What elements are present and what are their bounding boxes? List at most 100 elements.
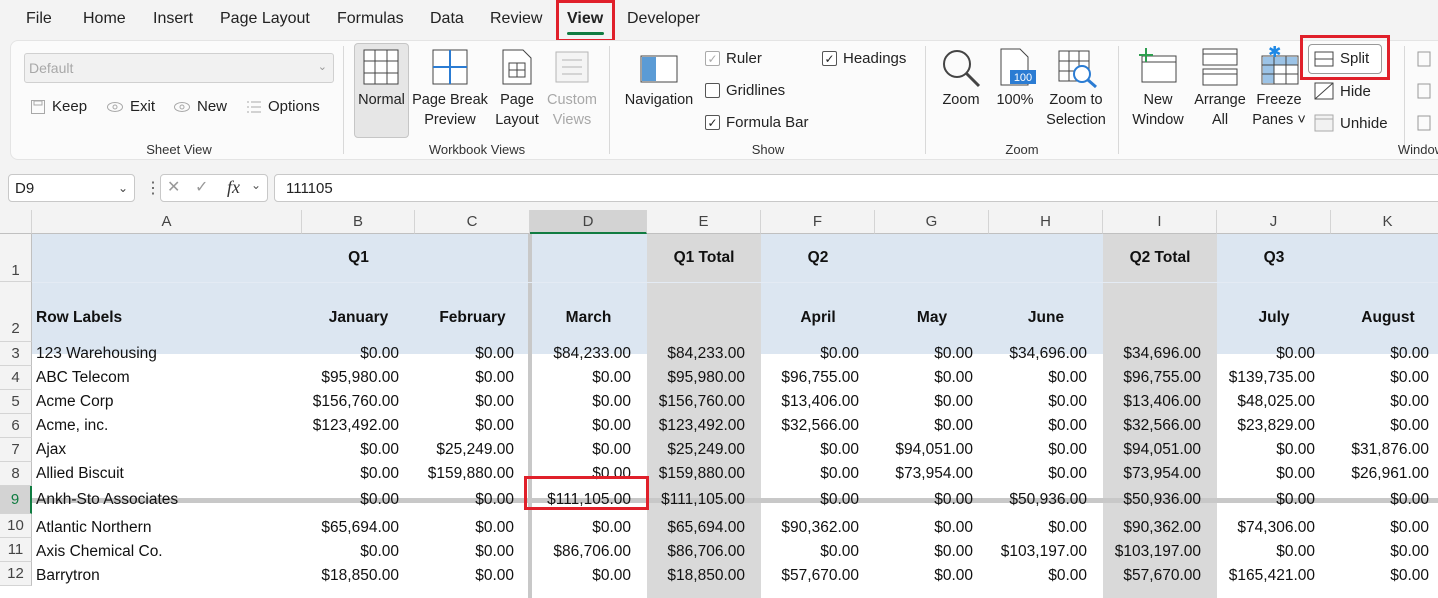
value-cell[interactable]: $0.00 — [415, 390, 530, 414]
value-cell[interactable]: $95,980.00 — [647, 366, 761, 390]
row-label-cell[interactable]: Atlantic Northern — [32, 516, 292, 540]
value-cell[interactable]: $0.00 — [989, 366, 1103, 390]
value-cell[interactable]: $0.00 — [1331, 342, 1438, 366]
value-cell[interactable]: $13,406.00 — [1103, 390, 1217, 414]
value-cell[interactable]: $0.00 — [761, 488, 875, 512]
row-header-12[interactable]: 12 — [0, 562, 32, 586]
row-header-8[interactable]: 8 — [0, 462, 32, 486]
value-cell[interactable]: $156,760.00 — [647, 390, 761, 414]
value-cell[interactable]: $0.00 — [875, 390, 989, 414]
value-cell[interactable]: $139,735.00 — [1217, 366, 1331, 390]
value-cell[interactable]: $111,105.00 — [647, 488, 761, 512]
value-cell[interactable]: $50,936.00 — [1103, 488, 1217, 512]
sheet-view-dropdown[interactable]: Default ⌄ — [24, 53, 334, 83]
value-cell[interactable]: $0.00 — [415, 414, 530, 438]
value-cell[interactable]: $0.00 — [761, 438, 875, 462]
value-cell[interactable]: $34,696.00 — [989, 342, 1103, 366]
chevron-down-icon[interactable]: ⌄ — [251, 178, 261, 192]
value-cell[interactable]: $0.00 — [415, 488, 530, 512]
value-cell[interactable]: $84,233.00 — [647, 342, 761, 366]
row-header-7[interactable]: 7 — [0, 438, 32, 462]
value-cell[interactable]: $0.00 — [989, 516, 1103, 540]
value-cell[interactable]: $0.00 — [875, 414, 989, 438]
value-cell[interactable]: $156,760.00 — [302, 390, 415, 414]
new-window-button[interactable]: New Window — [1126, 90, 1190, 130]
more-options-icon[interactable]: ⋮ — [145, 178, 161, 198]
value-cell[interactable]: $32,566.00 — [761, 414, 875, 438]
row-label-cell[interactable]: 123 Warehousing — [32, 342, 292, 366]
keep-button[interactable]: Keep — [30, 98, 87, 115]
value-cell[interactable]: $65,694.00 — [647, 516, 761, 540]
zoom-to-selection-button[interactable]: Zoom to Selection — [1040, 90, 1112, 130]
headings-checkbox[interactable]: ✓ Headings — [822, 50, 906, 67]
row-header-5[interactable]: 5 — [0, 390, 32, 414]
value-cell[interactable]: $94,051.00 — [1103, 438, 1217, 462]
value-cell[interactable]: $0.00 — [989, 390, 1103, 414]
row-header-11[interactable]: 11 — [0, 538, 32, 562]
value-cell[interactable]: $0.00 — [875, 366, 989, 390]
value-cell[interactable]: $0.00 — [989, 438, 1103, 462]
value-cell[interactable]: $0.00 — [761, 462, 875, 486]
value-cell[interactable]: $0.00 — [875, 488, 989, 512]
header-cell[interactable]: March — [530, 306, 647, 330]
value-cell[interactable]: $0.00 — [302, 540, 415, 564]
tab-home[interactable]: Home — [83, 10, 126, 28]
value-cell[interactable]: $0.00 — [530, 414, 647, 438]
value-cell[interactable]: $0.00 — [530, 564, 647, 588]
zoom-button[interactable]: Zoom — [934, 90, 988, 110]
value-cell[interactable]: $0.00 — [302, 488, 415, 512]
header-cell[interactable]: May — [875, 306, 989, 330]
value-cell[interactable]: $23,829.00 — [1217, 414, 1331, 438]
column-header-d[interactable]: D — [530, 210, 647, 234]
value-cell[interactable]: $13,406.00 — [761, 390, 875, 414]
row-header-3[interactable]: 3 — [0, 342, 32, 366]
selected-cell-border[interactable] — [524, 476, 649, 510]
value-cell[interactable]: $0.00 — [1331, 414, 1438, 438]
value-cell[interactable]: $65,694.00 — [302, 516, 415, 540]
value-cell[interactable]: $103,197.00 — [989, 540, 1103, 564]
value-cell[interactable]: $86,706.00 — [530, 540, 647, 564]
row-header-1[interactable]: 1 — [0, 234, 32, 282]
hide-button[interactable]: Hide — [1314, 82, 1371, 100]
column-header-h[interactable]: H — [989, 210, 1103, 234]
value-cell[interactable]: $165,421.00 — [1217, 564, 1331, 588]
cancel-icon[interactable]: ✕ — [167, 177, 180, 197]
value-cell[interactable]: $0.00 — [989, 462, 1103, 486]
value-cell[interactable]: $0.00 — [302, 342, 415, 366]
row-header-10[interactable]: 10 — [0, 514, 32, 538]
column-header-b[interactable]: B — [302, 210, 415, 234]
value-cell[interactable]: $0.00 — [1217, 462, 1331, 486]
tab-insert[interactable]: Insert — [153, 10, 193, 28]
value-cell[interactable]: $0.00 — [875, 540, 989, 564]
value-cell[interactable]: $50,936.00 — [989, 488, 1103, 512]
name-box[interactable]: D9 ⌄ — [8, 174, 135, 202]
value-cell[interactable]: $86,706.00 — [647, 540, 761, 564]
header-cell[interactable]: July — [1217, 306, 1331, 330]
value-cell[interactable]: $0.00 — [530, 366, 647, 390]
value-cell[interactable]: $159,880.00 — [415, 462, 530, 486]
zoom-100-button[interactable]: 100% — [990, 90, 1040, 110]
tab-review[interactable]: Review — [490, 10, 542, 28]
header-cell[interactable]: August — [1331, 306, 1438, 330]
page-layout-button[interactable]: Page Layout — [492, 90, 542, 130]
freeze-panes-button[interactable]: Freeze Panes ˅ — [1248, 90, 1310, 130]
row-header-6[interactable]: 6 — [0, 414, 32, 438]
value-cell[interactable]: $0.00 — [1217, 540, 1331, 564]
value-cell[interactable]: $57,670.00 — [1103, 564, 1217, 588]
tab-data[interactable]: Data — [430, 10, 464, 28]
value-cell[interactable]: $0.00 — [1331, 540, 1438, 564]
value-cell[interactable]: $31,876.00 — [1331, 438, 1438, 462]
value-cell[interactable]: $18,850.00 — [302, 564, 415, 588]
header-cell[interactable]: Q2 Total — [1103, 246, 1217, 270]
unhide-button[interactable]: Unhide — [1314, 114, 1388, 132]
value-cell[interactable]: $0.00 — [989, 564, 1103, 588]
value-cell[interactable]: $90,362.00 — [1103, 516, 1217, 540]
value-cell[interactable]: $73,954.00 — [1103, 462, 1217, 486]
value-cell[interactable]: $159,880.00 — [647, 462, 761, 486]
value-cell[interactable]: $0.00 — [1217, 342, 1331, 366]
value-cell[interactable]: $0.00 — [415, 540, 530, 564]
value-cell[interactable]: $0.00 — [302, 438, 415, 462]
row-label-cell[interactable]: Acme, inc. — [32, 414, 292, 438]
select-all-corner[interactable] — [0, 210, 32, 234]
header-cell[interactable]: January — [302, 306, 415, 330]
